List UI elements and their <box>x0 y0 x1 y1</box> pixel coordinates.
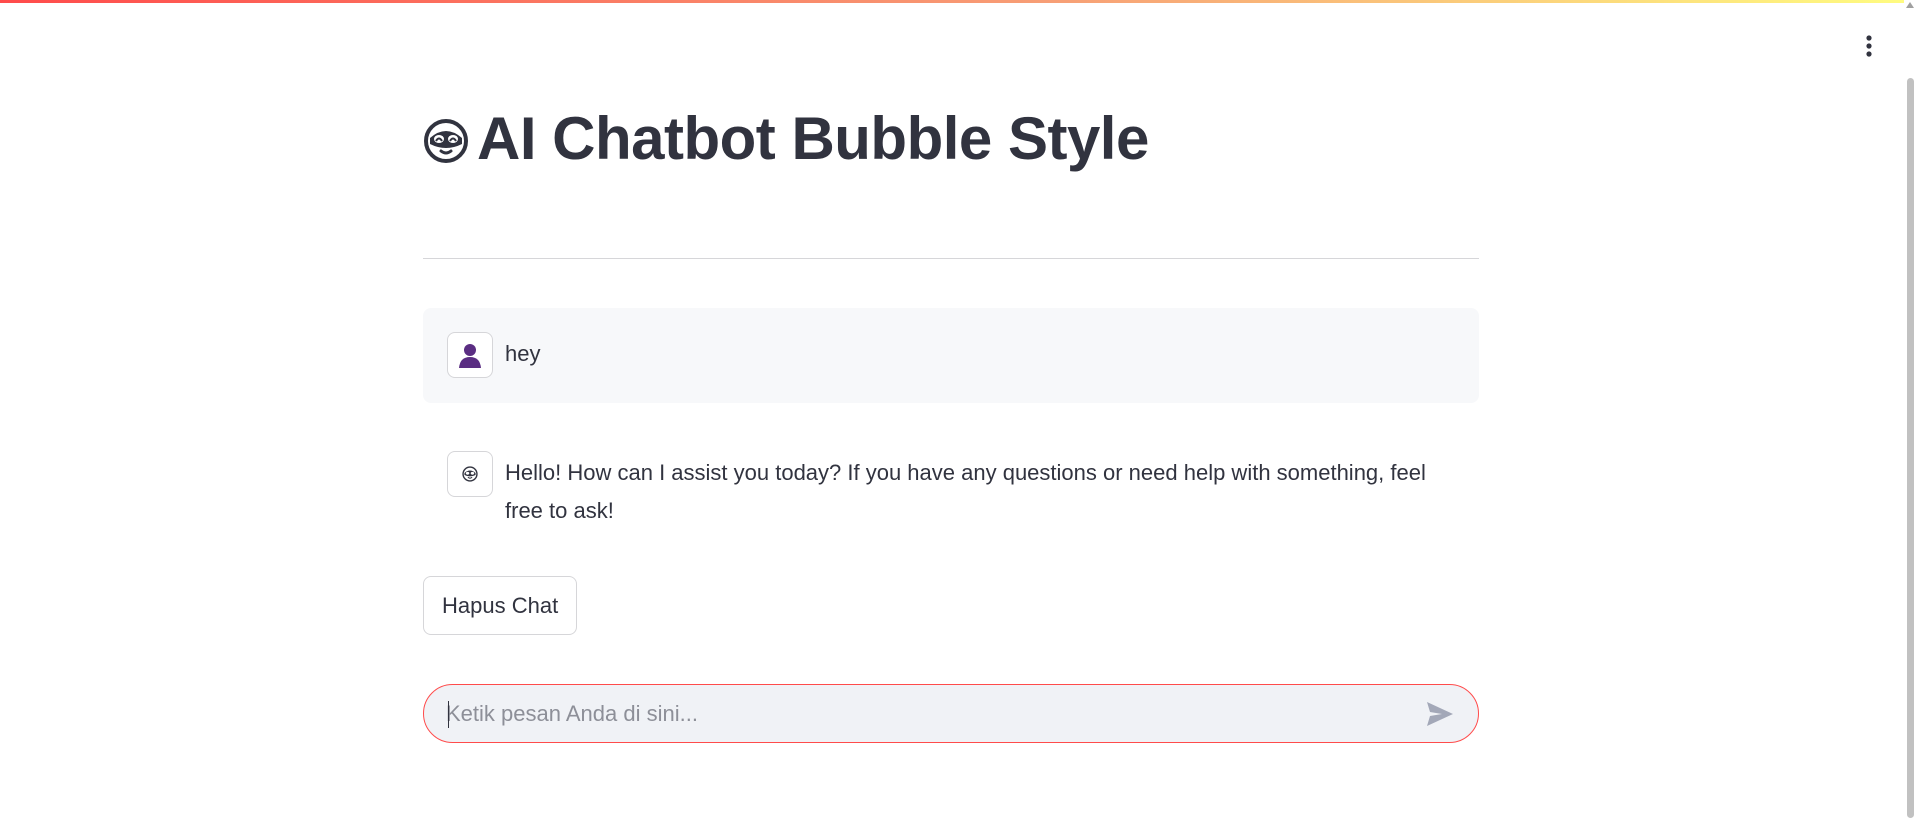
text-caret <box>448 701 449 728</box>
chat-message-user: hey <box>423 308 1479 403</box>
user-silhouette-icon <box>459 344 481 368</box>
page-scrollbar[interactable] <box>1904 0 1917 818</box>
scrollbar-thumb[interactable] <box>1907 78 1914 818</box>
kebab-menu-icon <box>1866 35 1872 57</box>
page-title-text: AI Chatbot Bubble Style <box>477 105 1149 172</box>
assistant-avatar <box>447 451 493 497</box>
main-menu-button[interactable] <box>1853 30 1885 62</box>
clear-chat-button[interactable]: Hapus Chat <box>423 576 578 635</box>
user-avatar <box>447 332 493 378</box>
page-title: AI Chatbot Bubble Style <box>423 104 1149 173</box>
chat-message-assistant: Hello! How can I assist you today? If yo… <box>423 451 1479 530</box>
chat-input-container <box>423 684 1479 743</box>
user-message-text: hey <box>505 341 541 366</box>
chat-input[interactable] <box>424 685 1420 742</box>
send-button[interactable] <box>1420 694 1460 734</box>
robot-face-icon <box>462 466 478 482</box>
top-decoration-bar <box>0 0 1917 3</box>
robot-face-icon <box>424 118 468 163</box>
send-arrow-icon <box>1427 701 1453 726</box>
scroll-up-arrow-icon[interactable] <box>1906 2 1914 8</box>
assistant-message-text: Hello! How can I assist you today? If yo… <box>505 460 1426 523</box>
title-divider <box>423 258 1479 259</box>
